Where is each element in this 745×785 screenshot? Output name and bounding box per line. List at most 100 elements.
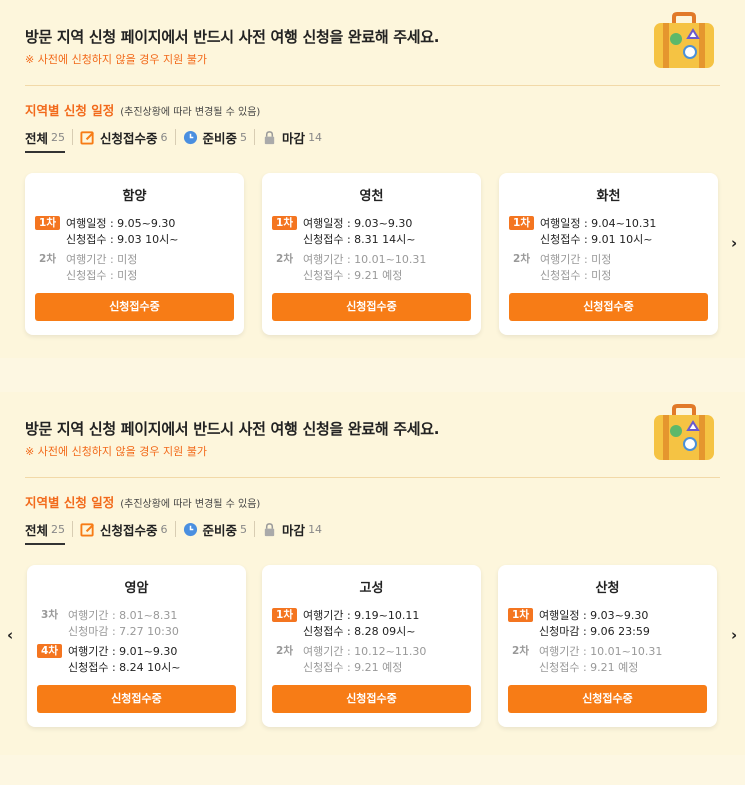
region-name: 함양 xyxy=(122,189,147,204)
round-line: 신청마감 : 7.27 10:30 xyxy=(68,625,179,638)
tab-preparing[interactable]: 준비중 5 xyxy=(183,129,256,146)
divider xyxy=(25,477,720,478)
apply-button[interactable]: 신청접수중 xyxy=(37,685,236,713)
round-info: 2차 여행기간 : 미정 신청접수 : 미정 xyxy=(35,252,240,284)
tab-count: 14 xyxy=(308,522,323,536)
notice-panel-1: 방문 지역 신청 페이지에서 반드시 사전 여행 신청을 완료해 주세요. ※ … xyxy=(0,0,745,358)
tab-count: 5 xyxy=(240,130,248,144)
notice-panel-2: 방문 지역 신청 페이지에서 반드시 사전 여행 신청을 완료해 주세요. ※ … xyxy=(0,392,745,755)
next-arrow-icon[interactable]: › xyxy=(731,626,737,644)
tab-label: 마감 xyxy=(282,130,306,146)
tab-preparing[interactable]: 준비중 5 xyxy=(183,521,256,538)
region-card-goseong[interactable]: 고성 1차 여행기간 : 9.19~10.11 신청접수 : 8.28 09시~ … xyxy=(262,565,481,727)
clock-icon xyxy=(183,522,197,536)
region-card-yeongam[interactable]: 영암 3차 여행기간 : 8.01~8.31 신청마감 : 7.27 10:30 … xyxy=(27,565,246,727)
tab-label: 마감 xyxy=(282,522,306,538)
round-line: 여행일정 : 9.03~9.30 xyxy=(303,217,413,230)
filter-tabs: 전체 25 신청접수중 6 준비중 5 마감 14 xyxy=(25,520,336,545)
lock-icon xyxy=(264,522,275,536)
lock-icon xyxy=(264,130,275,144)
round-info: 2차 여행기간 : 10.01~10.31 신청접수 : 9.21 예정 xyxy=(508,644,713,676)
region-card-hwacheon[interactable]: 화천 1차 여행일정 : 9.04~10.31 신청접수 : 9.01 10시~ … xyxy=(499,173,718,335)
round-line: 여행기간 : 8.01~8.31 xyxy=(68,609,178,622)
tab-count: 25 xyxy=(51,522,66,536)
schedule-title: 지역별 신청 일정 (추진상황에 따라 변경될 수 있음) xyxy=(25,492,260,511)
region-name: 영천 xyxy=(359,189,384,204)
tab-count: 25 xyxy=(51,130,66,144)
round-line: 신청접수 : 9.21 예정 xyxy=(303,269,403,282)
tab-label: 준비중 xyxy=(202,522,238,538)
round-info: 2차 여행기간 : 미정 신청접수 : 미정 xyxy=(509,252,714,284)
round-tag: 1차 xyxy=(272,216,297,230)
tab-label: 준비중 xyxy=(202,130,238,146)
headline: 방문 지역 신청 페이지에서 반드시 사전 여행 신청을 완료해 주세요. xyxy=(25,28,440,46)
round-line: 여행기간 : 10.12~11.30 xyxy=(303,645,427,658)
tab-count: 14 xyxy=(308,130,323,144)
apply-button[interactable]: 신청접수중 xyxy=(272,685,471,713)
tab-all[interactable]: 전체 25 xyxy=(25,521,74,545)
round-tag: 3차 xyxy=(41,609,58,621)
round-tag: 2차 xyxy=(512,645,529,657)
region-card-yeongcheon[interactable]: 영천 1차 여행일정 : 9.03~9.30 신청접수 : 8.31 14시~ 2… xyxy=(262,173,481,335)
round-line: 여행기간 : 9.01~9.30 xyxy=(68,645,178,658)
region-card-hamyang[interactable]: 함양 1차 여행일정 : 9.05~9.30 신청접수 : 9.03 10시~ 2… xyxy=(25,173,244,335)
round-line: 신청접수 : 8.31 14시~ xyxy=(303,233,416,246)
tab-label: 신청접수중 xyxy=(100,522,158,538)
tab-closed[interactable]: 마감 14 xyxy=(262,521,329,538)
round-tag: 1차 xyxy=(508,608,533,622)
tab-count: 6 xyxy=(160,130,168,144)
round-tag: 4차 xyxy=(37,644,62,658)
round-info: 1차 여행기간 : 9.19~10.11 신청접수 : 8.28 09시~ xyxy=(272,608,477,640)
round-line: 여행일정 : 9.03~9.30 xyxy=(539,609,649,622)
schedule-title-text: 지역별 신청 일정 xyxy=(25,495,115,510)
round-tag: 1차 xyxy=(509,216,534,230)
round-line: 여행기간 : 미정 xyxy=(540,253,612,266)
schedule-title: 지역별 신청 일정 (추진상황에 따라 변경될 수 있음) xyxy=(25,100,260,119)
round-line: 여행일정 : 9.04~10.31 xyxy=(540,217,657,230)
region-name: 고성 xyxy=(359,581,384,596)
apply-button[interactable]: 신청접수중 xyxy=(508,685,707,713)
round-line: 신청접수 : 미정 xyxy=(66,269,138,282)
tab-accepting[interactable]: 신청접수중 6 xyxy=(80,129,176,146)
region-card-sancheong[interactable]: 산청 1차 여행일정 : 9.03~9.30 신청마감 : 9.06 23:59 … xyxy=(498,565,717,727)
next-arrow-icon[interactable]: › xyxy=(731,234,737,252)
round-info: 2차 여행기간 : 10.01~10.31 신청접수 : 9.21 예정 xyxy=(272,252,477,284)
notice-note: ※ 사전에 신청하지 않을 경우 지원 불가 xyxy=(25,445,207,458)
round-line: 여행기간 : 9.19~10.11 xyxy=(303,609,420,622)
tab-accepting[interactable]: 신청접수중 6 xyxy=(80,521,176,538)
tab-count: 6 xyxy=(160,522,168,536)
round-line: 신청접수 : 9.21 예정 xyxy=(303,661,403,674)
round-tag: 2차 xyxy=(513,253,530,265)
round-info: 3차 여행기간 : 8.01~8.31 신청마감 : 7.27 10:30 xyxy=(37,608,242,640)
tab-label: 신청접수중 xyxy=(100,130,158,146)
round-line: 여행기간 : 10.01~10.31 xyxy=(539,645,663,658)
round-tag: 2차 xyxy=(276,645,293,657)
round-info: 1차 여행일정 : 9.05~9.30 신청접수 : 9.03 10시~ xyxy=(35,216,240,248)
round-info: 1차 여행일정 : 9.03~9.30 신청접수 : 8.31 14시~ xyxy=(272,216,477,248)
region-name: 화천 xyxy=(596,189,621,204)
schedule-subtitle: (추진상황에 따라 변경될 수 있음) xyxy=(120,107,261,118)
round-line: 신청접수 : 미정 xyxy=(540,269,612,282)
tab-all[interactable]: 전체 25 xyxy=(25,129,74,153)
round-tag: 1차 xyxy=(272,608,297,622)
round-tag: 1차 xyxy=(35,216,60,230)
tab-closed[interactable]: 마감 14 xyxy=(262,129,329,146)
round-line: 여행일정 : 9.05~9.30 xyxy=(66,217,176,230)
edit-icon xyxy=(80,130,94,145)
suitcase-icon xyxy=(654,12,714,68)
round-tag: 2차 xyxy=(39,253,56,265)
apply-button[interactable]: 신청접수중 xyxy=(509,293,708,321)
schedule-title-text: 지역별 신청 일정 xyxy=(25,103,115,118)
apply-button[interactable]: 신청접수중 xyxy=(35,293,234,321)
tab-label: 전체 xyxy=(25,130,49,146)
filter-tabs: 전체 25 신청접수중 6 준비중 5 마감 14 xyxy=(25,128,336,153)
notice-note: ※ 사전에 신청하지 않을 경우 지원 불가 xyxy=(25,53,207,66)
apply-button[interactable]: 신청접수중 xyxy=(272,293,471,321)
round-line: 신청접수 : 9.01 10시~ xyxy=(540,233,653,246)
prev-arrow-icon[interactable]: ‹ xyxy=(7,626,13,644)
edit-icon xyxy=(80,522,94,537)
region-name: 산청 xyxy=(595,581,620,596)
round-info: 1차 여행일정 : 9.03~9.30 신청마감 : 9.06 23:59 xyxy=(508,608,713,640)
round-line: 여행기간 : 미정 xyxy=(66,253,138,266)
round-line: 신청접수 : 8.24 10시~ xyxy=(68,661,181,674)
